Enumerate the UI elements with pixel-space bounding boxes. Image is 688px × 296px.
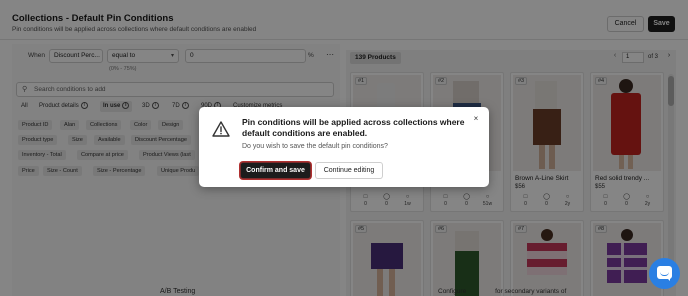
continue-editing-button[interactable]: Continue editing — [315, 162, 383, 179]
chat-widget-button[interactable] — [649, 258, 680, 289]
warning-icon — [212, 121, 230, 137]
dialog-title: Pin conditions will be applied across co… — [242, 117, 465, 138]
confirm-dialog: Pin conditions will be applied across co… — [199, 107, 489, 187]
close-icon[interactable]: × — [471, 114, 481, 124]
dialog-body: Do you wish to save the default pin cond… — [242, 143, 388, 150]
confirm-and-save-button[interactable]: Confirm and save — [240, 162, 311, 179]
